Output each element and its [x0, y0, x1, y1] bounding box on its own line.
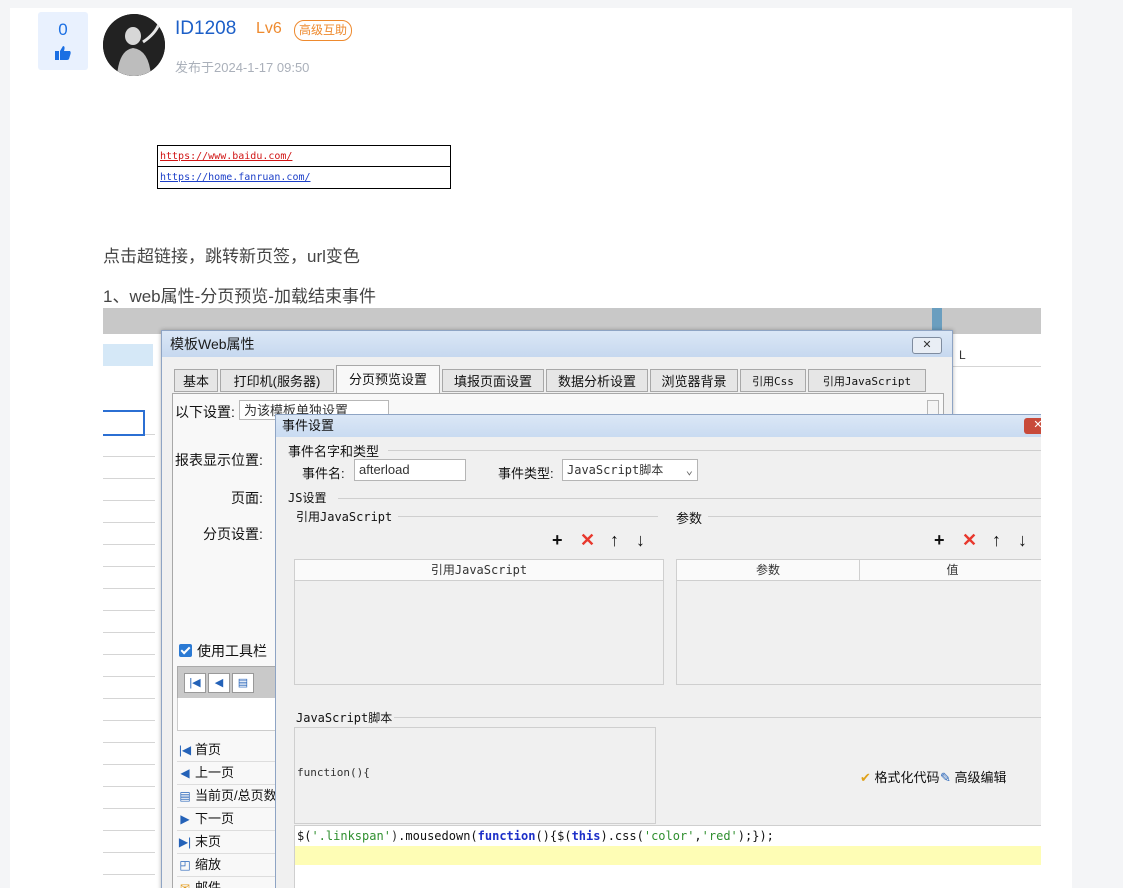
- report-position-label: 报表显示位置:: [175, 452, 263, 468]
- value-column: 值: [860, 560, 1041, 581]
- close-icon[interactable]: ✕: [912, 337, 942, 354]
- ref-js-column: 引用JavaScript: [295, 560, 663, 581]
- ref-js-table: 引用JavaScript: [294, 559, 664, 685]
- next-page-icon: ▶: [180, 812, 190, 826]
- code-line-highlight: [295, 846, 1041, 865]
- tab-ref-css[interactable]: 引用Css: [740, 369, 806, 392]
- event-type-label: 事件类型:: [498, 466, 554, 481]
- selected-cell[interactable]: [103, 410, 145, 436]
- page-label: 页面:: [231, 490, 263, 506]
- ref-js-label: 引用JavaScript: [296, 510, 393, 524]
- params-label: 参数: [676, 511, 703, 526]
- tab-printer[interactable]: 打印机(服务器): [220, 369, 334, 392]
- user-level: Lv6: [256, 20, 282, 37]
- list-item[interactable]: ◰ 缩放: [177, 854, 277, 877]
- list-item[interactable]: ▶| 末页: [177, 831, 277, 854]
- post-text-1: 点击超链接，跳转新页签，url变色: [103, 247, 360, 266]
- code-line-1: $('.linkspan').mousedown(function(){$(th…: [297, 829, 774, 843]
- list-item[interactable]: ◀ 上一页: [177, 762, 277, 785]
- zoom-icon: ◰: [179, 858, 191, 872]
- prev-page-icon: ◀: [180, 766, 190, 780]
- avatar[interactable]: [103, 14, 165, 76]
- designer-screenshot: L 模板Web属性 ✕ 基本 打印机(服务器) 分页预览设置 填报页面设置 数据…: [103, 308, 1041, 888]
- column-header-l: L: [951, 344, 1041, 367]
- vote-count: 0: [58, 20, 68, 39]
- toolbar-preview-area: [177, 698, 279, 731]
- link-table: https://www.baidu.com/ https://home.fanr…: [157, 145, 451, 189]
- page-number-icon: ▤: [232, 673, 254, 693]
- paging-label: 分页设置:: [203, 526, 263, 542]
- post-time: 发布于2024-1-17 09:50: [175, 60, 310, 75]
- user-badge: 高级互助: [294, 20, 353, 41]
- add-icon[interactable]: +: [552, 531, 563, 549]
- event-settings-dialog: 事件设置 ✕ 事件名字和类型 事件名: afterload 事件类型: Java…: [275, 414, 1041, 888]
- first-page-icon: |◀: [184, 673, 206, 693]
- thumbs-up-icon[interactable]: [55, 46, 71, 60]
- delete-param-icon[interactable]: ✕: [962, 531, 977, 549]
- group-name-type: 事件名字和类型: [288, 444, 380, 459]
- settings-label: 以下设置:: [175, 404, 235, 420]
- brush-icon: ✔: [860, 770, 871, 785]
- first-page-icon: |◀: [178, 743, 192, 757]
- prev-page-icon: ◀: [208, 673, 230, 693]
- move-down-param-icon[interactable]: ↓: [1018, 531, 1027, 549]
- tab-fill-page[interactable]: 填报页面设置: [442, 369, 544, 392]
- toolbar-item-list: |◀首页 ◀上一页 ▤当前页/总页数 ▶下一页 ▶|末页 ◰缩放 ✉邮件 ⇥导出: [177, 739, 277, 888]
- event-name-label: 事件名:: [302, 466, 345, 481]
- list-item[interactable]: ▶ 下一页: [177, 808, 277, 831]
- event-type-select[interactable]: JavaScript脚本 ⌄: [562, 459, 698, 481]
- vote-widget[interactable]: 0: [38, 12, 88, 70]
- move-up-icon[interactable]: ↑: [610, 531, 619, 549]
- params-table: 参数 值: [676, 559, 1041, 685]
- username-link[interactable]: ID1208: [175, 18, 236, 40]
- move-up-param-icon[interactable]: ↑: [992, 531, 1001, 549]
- toolbar-preview: |◀ ◀ ▤: [177, 666, 279, 700]
- delete-icon[interactable]: ✕: [580, 531, 595, 549]
- link-fanruan[interactable]: https://home.fanruan.com/: [158, 167, 450, 188]
- js-code-editor[interactable]: $('.linkspan').mousedown(function(){$(th…: [294, 825, 1041, 888]
- tab-ref-js[interactable]: 引用JavaScript: [808, 369, 926, 392]
- list-item[interactable]: ▤ 当前页/总页数: [177, 785, 277, 808]
- function-text: function(){: [297, 766, 370, 779]
- tab-browser-bg[interactable]: 浏览器背景: [650, 369, 738, 392]
- chevron-down-icon: ⌄: [685, 463, 693, 477]
- last-page-icon: ▶|: [178, 835, 192, 849]
- tab-basic[interactable]: 基本: [174, 369, 218, 392]
- post-text-2: 1、web属性-分页预览-加载结束事件: [103, 287, 376, 306]
- use-toolbar-checkbox[interactable]: 使用工具栏: [179, 641, 267, 661]
- tab-page-preview[interactable]: 分页预览设置: [336, 365, 440, 393]
- page-number-icon: ▤: [179, 789, 191, 803]
- web-dialog-title: 模板Web属性: [162, 331, 952, 357]
- event-dialog-title: 事件设置: [276, 415, 1041, 437]
- tab-data-analysis[interactable]: 数据分析设置: [546, 369, 648, 392]
- close-icon[interactable]: ✕: [1024, 418, 1041, 434]
- mail-icon: ✉: [179, 881, 191, 888]
- post-container: 0 ID1208 Lv6 高级互助 发布于2024-1-17 09:50 htt…: [10, 8, 1072, 888]
- edit-icon: ✎: [940, 770, 951, 785]
- move-down-icon[interactable]: ↓: [636, 531, 645, 549]
- list-item[interactable]: |◀ 首页: [177, 739, 277, 762]
- list-item[interactable]: ✉ 邮件: [177, 877, 277, 888]
- format-code-button[interactable]: ✔ 格式化代码: [860, 767, 940, 786]
- add-param-icon[interactable]: +: [934, 531, 945, 549]
- advanced-edit-button[interactable]: ✎ 高级编辑: [940, 767, 1007, 786]
- checkbox-checked-icon: [179, 644, 192, 657]
- sheet-header-cell: [103, 344, 153, 366]
- param-column: 参数: [677, 560, 860, 581]
- js-settings-group: JS设置: [288, 491, 327, 505]
- function-header-area: function(){: [294, 727, 656, 824]
- link-baidu[interactable]: https://www.baidu.com/: [158, 146, 450, 167]
- event-name-input[interactable]: afterload: [354, 459, 466, 481]
- js-script-label: JavaScript脚本: [296, 711, 393, 725]
